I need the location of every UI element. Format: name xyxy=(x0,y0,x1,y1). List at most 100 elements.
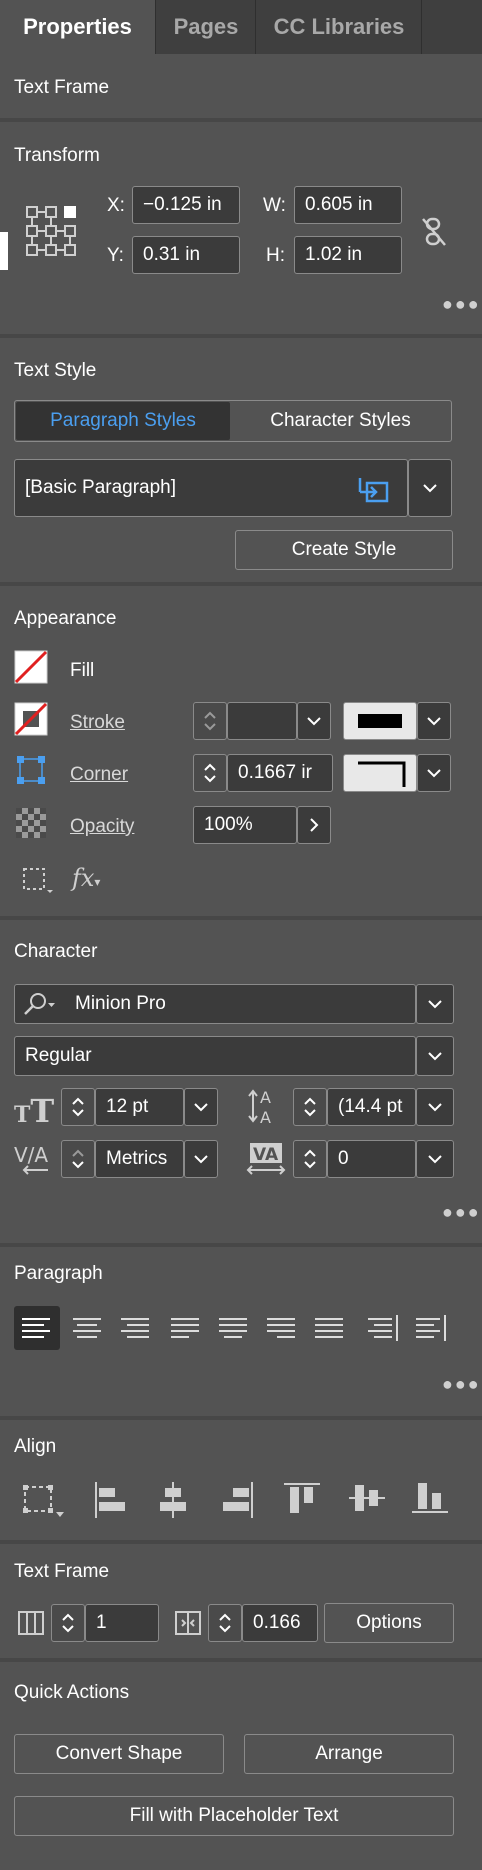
paragraph-style-select[interactable]: [Basic Paragraph] xyxy=(14,459,408,517)
align-top-edges-icon[interactable] xyxy=(282,1480,322,1516)
x-field[interactable]: −0.125 in xyxy=(132,186,240,224)
divider xyxy=(0,1540,482,1544)
tracking-dropdown[interactable] xyxy=(416,1140,454,1178)
opacity-icon xyxy=(16,808,46,838)
corner-shape-dropdown[interactable] xyxy=(417,754,451,792)
svg-text:A: A xyxy=(260,1108,271,1126)
w-field[interactable]: 0.605 in xyxy=(294,186,402,224)
gutter-field[interactable]: 0.166 xyxy=(242,1604,318,1642)
kerning-dropdown[interactable] xyxy=(184,1140,218,1178)
font-style-field[interactable]: Regular xyxy=(14,1036,416,1076)
tab-properties[interactable]: Properties xyxy=(0,0,156,54)
effects-fx-icon[interactable]: fx▾ xyxy=(72,864,100,892)
align-left-edges-icon[interactable] xyxy=(92,1480,128,1520)
stroke-weight-field[interactable] xyxy=(227,702,297,740)
font-family-field[interactable]: Minion Pro xyxy=(14,984,416,1024)
constrain-proportions-icon[interactable] xyxy=(420,216,448,248)
tracking-stepper[interactable] xyxy=(293,1140,327,1178)
selection-type-label: Text Frame xyxy=(14,77,110,98)
align-left-button[interactable] xyxy=(14,1306,60,1350)
tab-cc-libraries[interactable]: CC Libraries xyxy=(257,0,422,54)
columns-stepper[interactable] xyxy=(51,1604,85,1642)
paragraph-title: Paragraph xyxy=(14,1263,103,1284)
transform-more-options-icon[interactable]: ●●● xyxy=(442,294,481,315)
divider xyxy=(0,582,482,586)
appearance-title: Appearance xyxy=(14,608,117,629)
kerning-field[interactable]: Metrics xyxy=(95,1140,184,1178)
corner-label[interactable]: Corner xyxy=(70,764,128,786)
align-towards-spine-button[interactable] xyxy=(360,1306,406,1350)
font-size-field[interactable]: 12 pt xyxy=(95,1088,184,1126)
align-away-from-spine-button[interactable] xyxy=(408,1306,454,1350)
quick-actions-title: Quick Actions xyxy=(14,1682,130,1703)
leading-stepper[interactable] xyxy=(293,1088,327,1126)
stroke-type-preview xyxy=(358,714,402,728)
svg-text:A: A xyxy=(260,1088,271,1107)
paragraph-style-value: [Basic Paragraph] xyxy=(25,477,177,498)
align-right-edges-icon[interactable] xyxy=(220,1480,256,1520)
corner-icon[interactable] xyxy=(16,755,46,785)
align-bottom-edges-icon[interactable] xyxy=(410,1480,450,1516)
font-search-icon[interactable] xyxy=(22,992,56,1016)
leading-icon: A A xyxy=(248,1086,282,1126)
text-style-title: Text Style xyxy=(14,360,97,381)
font-size-stepper[interactable] xyxy=(61,1088,95,1126)
stroke-type-dropdown[interactable] xyxy=(417,702,451,740)
x-label: X: xyxy=(107,195,125,216)
fill-swatch-icon[interactable] xyxy=(14,650,48,684)
w-label: W: xyxy=(263,195,286,216)
arrange-button[interactable]: Arrange xyxy=(244,1734,454,1774)
align-to-selection-icon[interactable] xyxy=(22,1484,66,1518)
h-label: H: xyxy=(266,245,285,266)
convert-shape-button[interactable]: Convert Shape xyxy=(14,1734,224,1774)
leading-field[interactable]: (14.4 pt xyxy=(327,1088,416,1126)
align-vertical-centers-icon[interactable] xyxy=(347,1480,387,1516)
font-size-dropdown[interactable] xyxy=(184,1088,218,1126)
paragraph-more-options-icon[interactable]: ●●● xyxy=(442,1374,481,1395)
load-styles-icon[interactable] xyxy=(356,474,390,504)
fill-placeholder-text-button[interactable]: Fill with Placeholder Text xyxy=(14,1796,454,1836)
paragraph-styles-tab[interactable]: Paragraph Styles xyxy=(16,402,230,440)
stroke-swatch-icon[interactable] xyxy=(14,702,48,736)
y-field[interactable]: 0.31 in xyxy=(132,236,240,274)
stroke-type-swatch[interactable] xyxy=(343,702,417,740)
tab-pages[interactable]: Pages xyxy=(157,0,256,54)
stroke-weight-stepper[interactable] xyxy=(193,702,227,740)
opacity-label[interactable]: Opacity xyxy=(70,816,134,838)
character-more-options-icon[interactable]: ●●● xyxy=(442,1202,481,1223)
create-style-button[interactable]: Create Style xyxy=(235,530,453,570)
character-styles-tab[interactable]: Character Styles xyxy=(231,402,450,440)
opacity-field[interactable]: 100% xyxy=(193,806,297,844)
frame-effects-icon[interactable] xyxy=(22,866,54,894)
kerning-stepper[interactable] xyxy=(61,1140,95,1178)
font-style-dropdown[interactable] xyxy=(416,1036,454,1076)
justify-right-button[interactable] xyxy=(258,1306,304,1350)
font-family-dropdown[interactable] xyxy=(416,984,454,1024)
columns-field[interactable]: 1 xyxy=(85,1604,159,1642)
corner-size-field[interactable]: 0.1667 ir xyxy=(227,754,333,792)
stroke-weight-dropdown[interactable] xyxy=(297,702,331,740)
align-center-button[interactable] xyxy=(64,1306,110,1350)
text-frame-title: Text Frame xyxy=(14,1561,110,1582)
opacity-slider-toggle[interactable] xyxy=(297,806,331,844)
justify-center-button[interactable] xyxy=(210,1306,256,1350)
divider xyxy=(0,1243,482,1247)
gutter-stepper[interactable] xyxy=(208,1604,242,1642)
text-frame-options-button[interactable]: Options xyxy=(324,1603,454,1643)
y-label: Y: xyxy=(107,245,124,266)
paragraph-style-dropdown[interactable] xyxy=(408,459,452,517)
h-field[interactable]: 1.02 in xyxy=(294,236,402,274)
svg-text:V/A: V/A xyxy=(14,1143,48,1167)
stroke-label[interactable]: Stroke xyxy=(70,712,125,734)
reference-point-icon[interactable] xyxy=(25,205,77,257)
justify-left-button[interactable] xyxy=(162,1306,208,1350)
tracking-field[interactable]: 0 xyxy=(327,1140,416,1178)
align-right-button[interactable] xyxy=(112,1306,158,1350)
justify-all-button[interactable] xyxy=(306,1306,352,1350)
leading-dropdown[interactable] xyxy=(416,1088,454,1126)
align-title: Align xyxy=(14,1436,57,1457)
divider xyxy=(0,334,482,338)
align-horizontal-centers-icon[interactable] xyxy=(155,1480,191,1520)
corner-shape-swatch[interactable] xyxy=(343,754,417,792)
corner-size-stepper[interactable] xyxy=(193,754,227,792)
